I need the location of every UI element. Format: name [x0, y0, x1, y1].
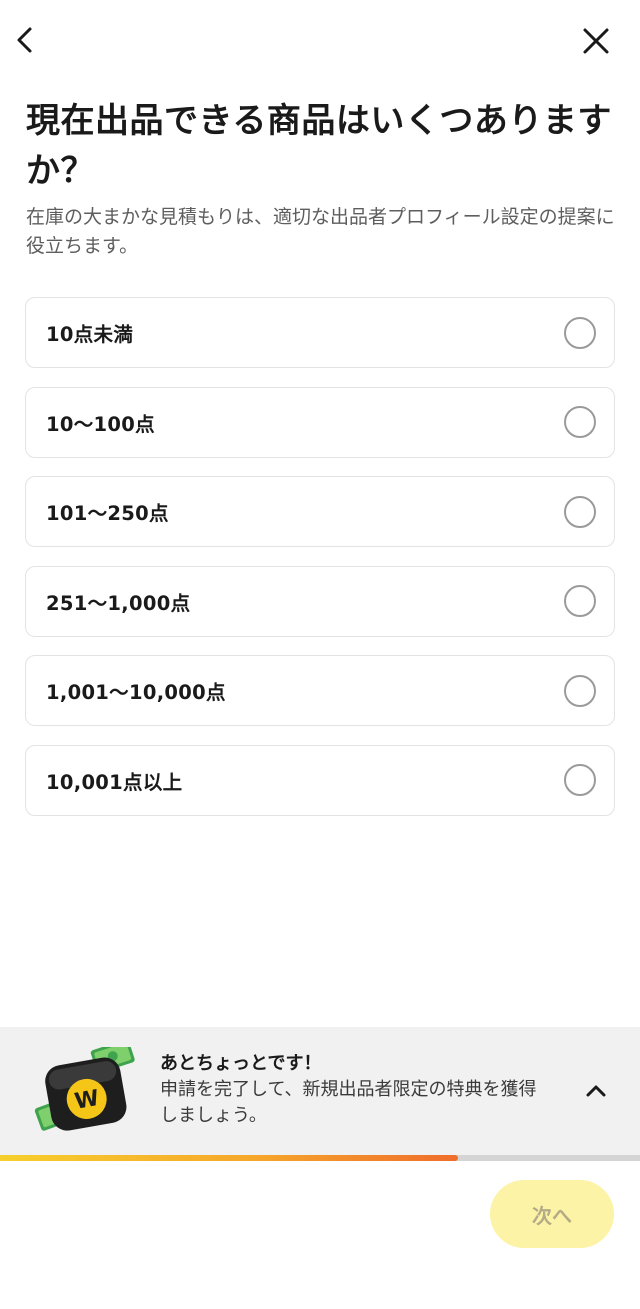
radio-button[interactable] — [564, 585, 596, 617]
option-label: 10,001点以上 — [46, 770, 183, 794]
option-10-100[interactable]: 10〜100点 — [25, 386, 615, 458]
wallet-money-icon: W — [34, 1047, 135, 1131]
option-10001-plus[interactable]: 10,001点以上 — [25, 744, 615, 816]
promo-title: あとちょっとです！ — [160, 1053, 322, 1074]
promo-banner: W あとちょっとです！ 申請を完了して、新規出品者限定の特典を獲得しましょう。 — [0, 1027, 640, 1155]
radio-button[interactable] — [564, 764, 596, 796]
option-label: 101〜250点 — [46, 502, 169, 525]
chevron-left-icon — [17, 27, 32, 53]
option-label: 1,001〜10,000点 — [46, 681, 226, 704]
option-list: 10点未満 10〜100点 101〜250点 251〜1,000点 1,001〜… — [25, 297, 615, 834]
option-label: 251〜1,000点 — [46, 591, 191, 615]
collapse-button[interactable] — [578, 1073, 614, 1109]
radio-button[interactable] — [564, 495, 596, 528]
option-label: 10〜100点 — [46, 412, 155, 436]
next-button[interactable]: 次へ — [490, 1180, 614, 1248]
radio-button[interactable] — [564, 674, 596, 707]
top-bar — [0, 0, 640, 84]
option-1001-10000[interactable]: 1,001〜10,000点 — [25, 655, 615, 726]
svg-text:W: W — [73, 1086, 101, 1115]
progress-fill — [0, 1155, 458, 1161]
chevron-up-icon — [586, 1085, 606, 1097]
close-icon — [583, 28, 609, 54]
progress-bar — [0, 1155, 640, 1161]
promo-body: 申請を完了して、新規出品者限定の特典を獲得しましょう。 — [160, 1079, 537, 1126]
page-title: 現在出品できる商品はいくつありますか？ — [26, 101, 612, 191]
option-251-1000[interactable]: 251〜1,000点 — [25, 565, 615, 637]
option-101-250[interactable]: 101〜250点 — [25, 476, 615, 547]
radio-button[interactable] — [564, 316, 596, 349]
radio-button[interactable] — [564, 406, 596, 438]
option-under-10[interactable]: 10点未満 — [25, 297, 615, 368]
close-button[interactable] — [572, 17, 620, 65]
back-button[interactable] — [2, 16, 50, 64]
page-subtitle: 在庫の大まかな見積もりは、適切な出品者プロフィール設定の提案に役立ちます。 — [26, 206, 615, 257]
option-label: 10点未満 — [46, 323, 134, 346]
